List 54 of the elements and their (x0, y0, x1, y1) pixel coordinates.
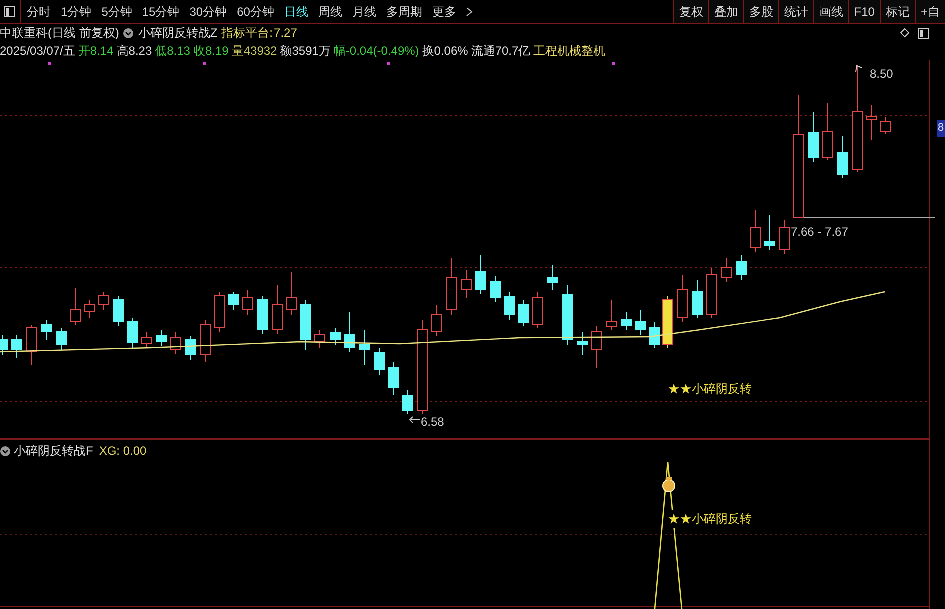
signal-label: ★★小碎阴反转 (668, 381, 752, 398)
quote-field: 换0.06% (422, 42, 468, 60)
indicator-name: 小碎阴反转战Z (138, 25, 218, 42)
quote-field: 量43932 (232, 42, 278, 60)
tool-button[interactable]: 多股 (743, 0, 778, 23)
arrow-left-icon (409, 416, 420, 424)
quote-field: 额3591万 (280, 42, 331, 60)
stock-title: 中联重科(日线 前复权) (0, 25, 120, 42)
tool-button[interactable]: 标记 (880, 0, 915, 23)
tool-button[interactable]: 复权 (673, 0, 708, 23)
quote-field: 开8.14 (78, 42, 114, 60)
period-tab[interactable]: 周线 (318, 2, 342, 20)
pointer-icon (856, 65, 862, 72)
diamond-icon[interactable] (900, 28, 910, 38)
quote-field: 低8.13 (155, 42, 190, 60)
sub-indicator-value: XG: 0.00 (99, 443, 147, 460)
event-marker (203, 62, 206, 65)
event-marker (48, 62, 51, 65)
period-tab[interactable]: 更多 (432, 2, 456, 20)
sub-indicator-name: 小碎阴反转战F (14, 443, 94, 460)
panel-icon[interactable] (4, 6, 16, 18)
chevron-right-icon (466, 6, 474, 16)
period-tab[interactable]: 月线 (352, 2, 376, 20)
quote-field: 流通70.7亿 (471, 42, 531, 60)
tool-button[interactable]: 画线 (813, 0, 848, 23)
period-tab[interactable]: 多周期 (386, 2, 422, 20)
period-tab[interactable]: 分时 (27, 2, 51, 20)
tool-button[interactable]: 叠加 (708, 0, 744, 23)
quote-field: 收8.19 (193, 42, 229, 60)
quote-field: 2025/03/07/五 (0, 42, 76, 60)
panel-icon[interactable] (918, 28, 929, 38)
quote-field: 高8.23 (116, 42, 152, 60)
price-tag: 8 (937, 120, 945, 136)
event-marker (612, 62, 615, 65)
quote-field: 幅-0.04(-0.49%) (334, 42, 420, 60)
tool-button[interactable]: +自 (914, 0, 945, 23)
chevron-down-circle-icon[interactable] (0, 446, 11, 456)
period-tab[interactable]: 30分钟 (190, 2, 228, 20)
period-tab[interactable]: 日线 (284, 2, 308, 20)
event-marker (387, 62, 390, 65)
low-price-label: 6.58 (421, 414, 444, 431)
signal-label: ★★小碎阴反转 (668, 510, 752, 528)
tool-button[interactable]: 统计 (778, 0, 814, 23)
tool-button[interactable]: F10 (848, 0, 880, 23)
high-price-label: 8.50 (870, 66, 894, 83)
period-tab[interactable]: 15分钟 (142, 2, 180, 20)
period-tab[interactable]: 1分钟 (61, 2, 92, 20)
price-range-label: 7.66 - 7.67 (791, 224, 848, 241)
period-tab[interactable]: 5分钟 (102, 2, 132, 20)
quote-field: 工程机械整机 (534, 42, 606, 60)
chevron-down-circle-icon[interactable] (123, 28, 134, 38)
period-tab[interactable]: 60分钟 (237, 2, 274, 20)
indicator-label: 指标平台: (222, 25, 274, 42)
indicator-value: 7.27 (274, 25, 298, 42)
